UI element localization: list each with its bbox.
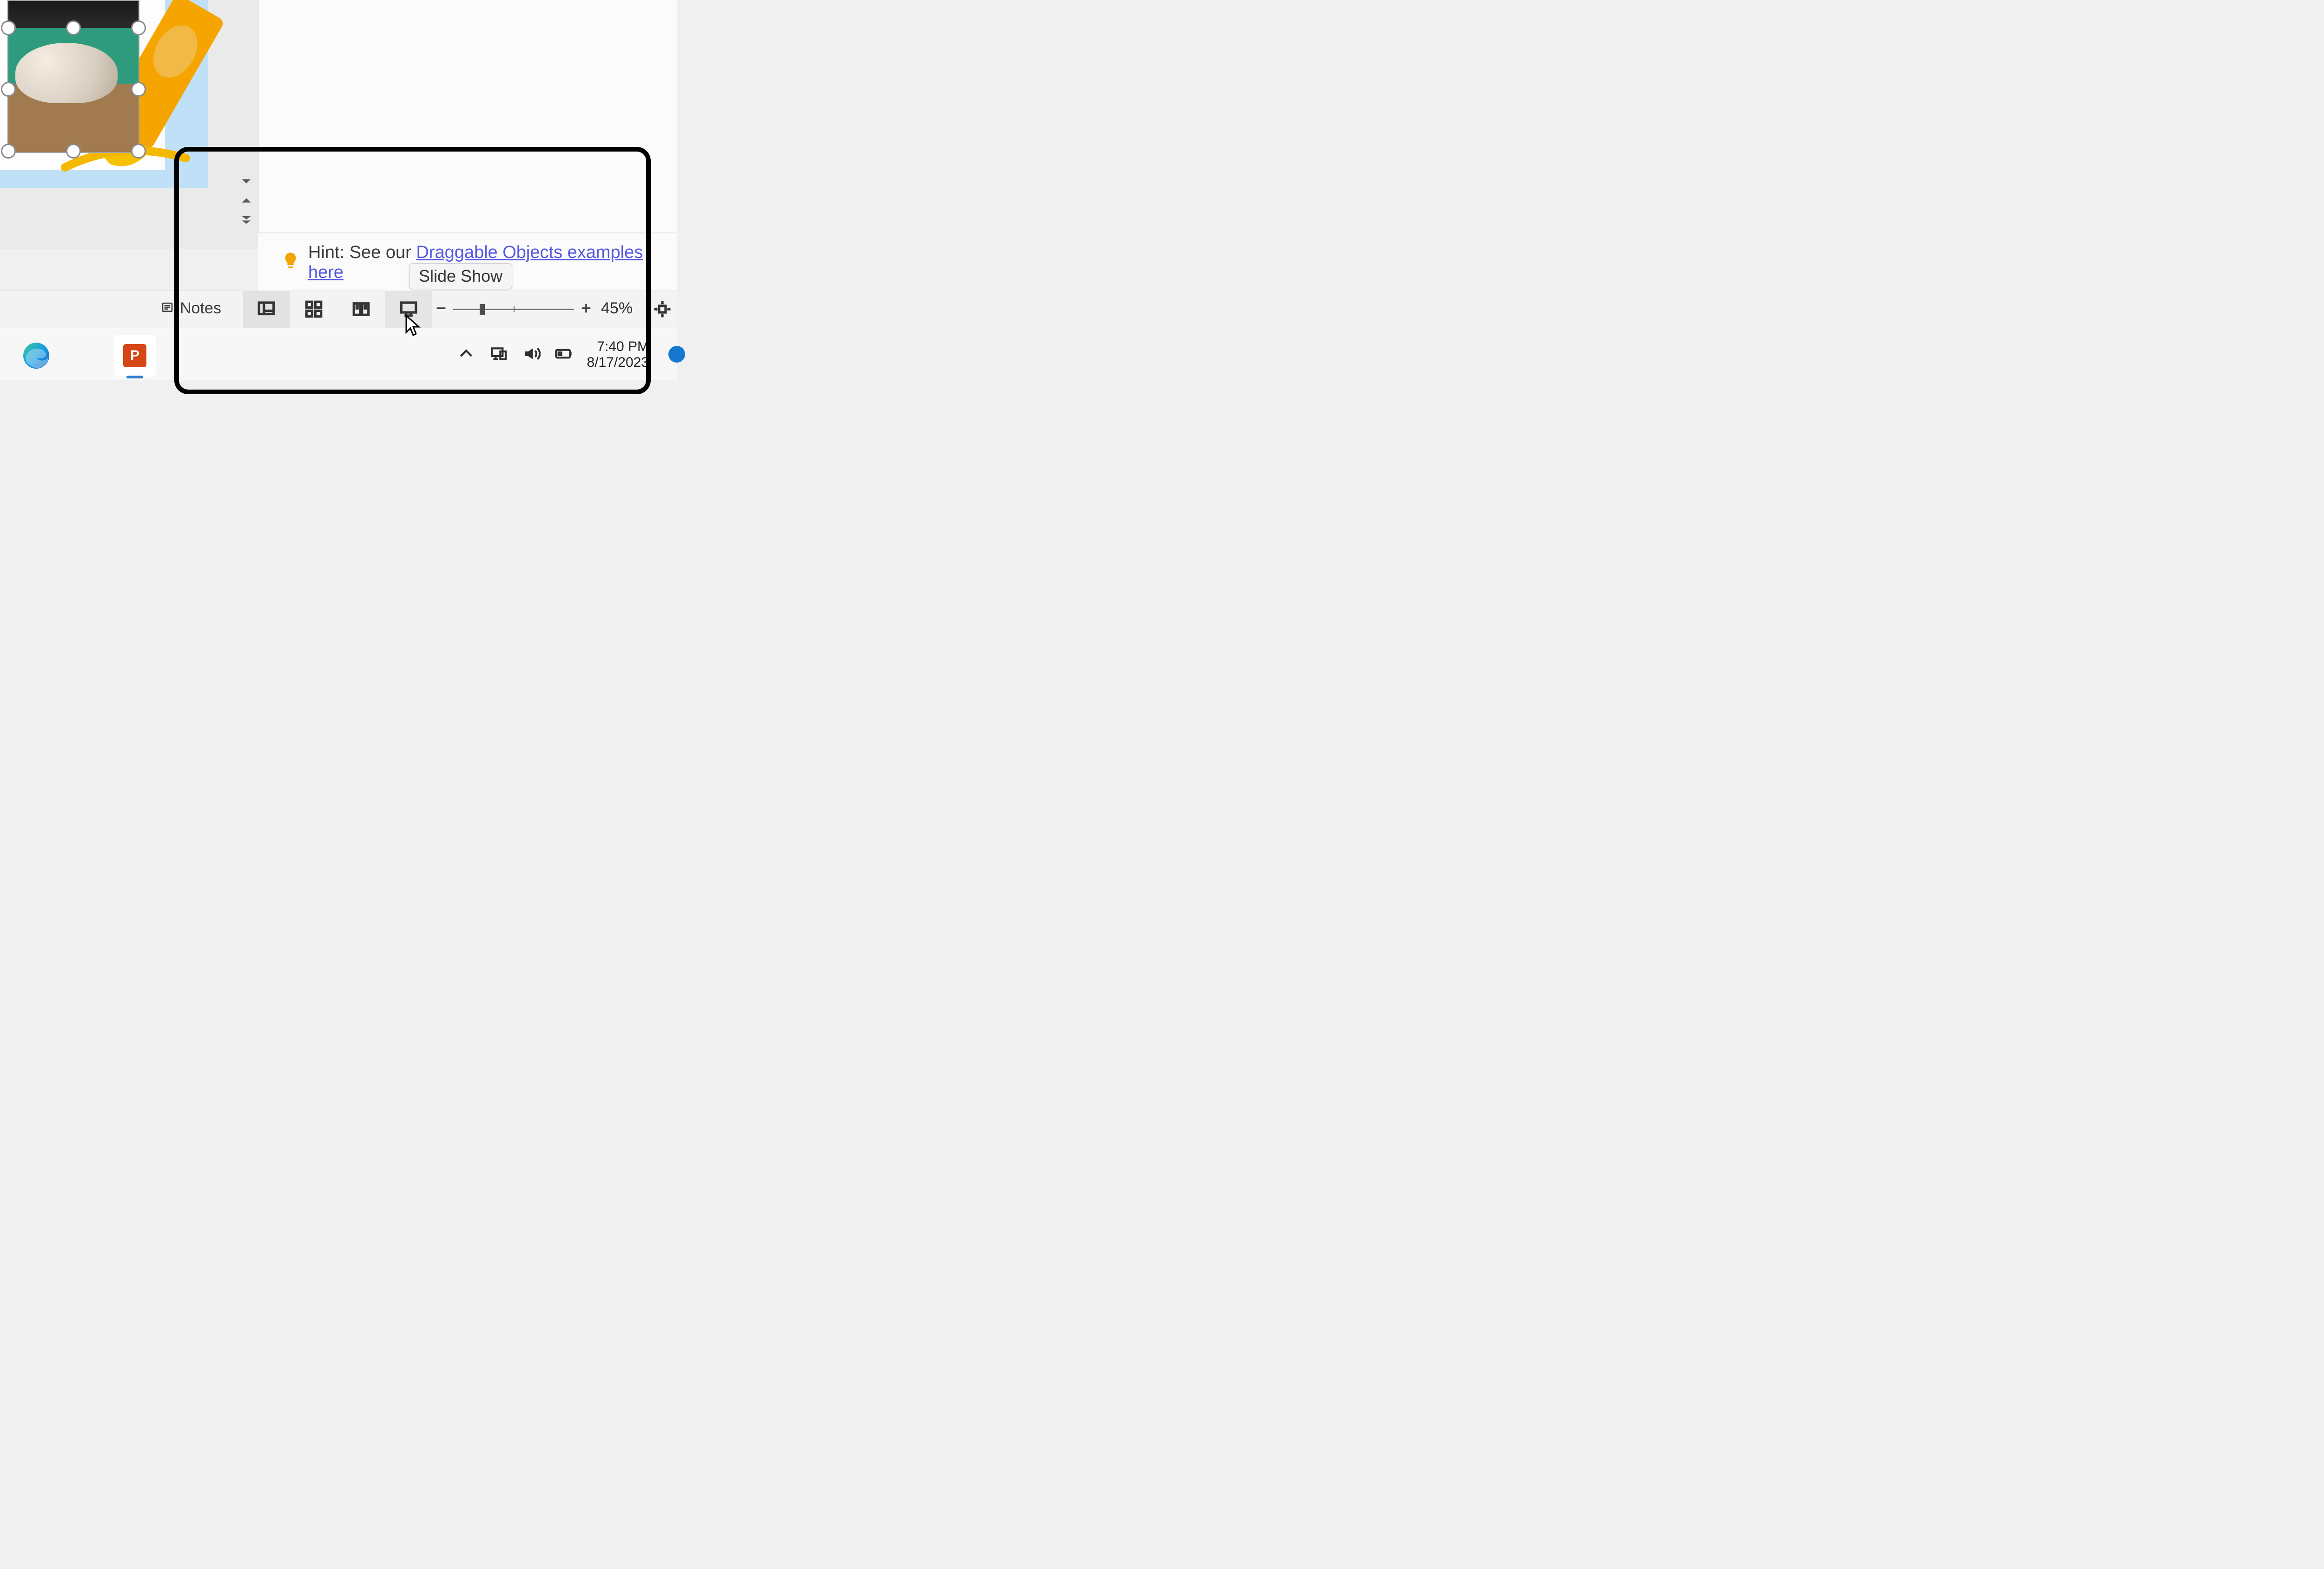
- zoom-in-button[interactable]: [580, 302, 593, 317]
- zoom-slider-area: [435, 291, 593, 328]
- clock-date: 8/17/2023: [587, 355, 649, 371]
- powerpoint-letter: P: [123, 344, 146, 367]
- fit-to-window-button[interactable]: [648, 291, 676, 328]
- caret-up-solid-icon[interactable]: [240, 194, 253, 209]
- taskbar-active-indicator: [126, 376, 143, 378]
- root: Hint: See our Draggable Objects examples…: [0, 0, 677, 379]
- taskbar-edge-icon[interactable]: [15, 335, 57, 377]
- display-project-icon[interactable]: [489, 344, 508, 365]
- taskbar-powerpoint-icon[interactable]: P: [114, 335, 156, 377]
- normal-view-button[interactable]: [243, 291, 290, 328]
- notes-button[interactable]: Notes: [160, 299, 221, 318]
- zoom-slider-midtick: [514, 306, 515, 312]
- resize-handle-nw[interactable]: [1, 20, 16, 35]
- battery-icon[interactable]: [555, 344, 573, 365]
- resize-handle-s[interactable]: [66, 144, 81, 159]
- notes-icon: [160, 300, 174, 317]
- slide-show-button[interactable]: [385, 291, 432, 328]
- zoom-percent-label[interactable]: 45%: [601, 299, 633, 318]
- clock-time: 7:40 PM: [597, 339, 649, 355]
- resize-handle-e[interactable]: [131, 82, 146, 97]
- slideshow-tooltip: Slide Show: [409, 263, 512, 289]
- tray-overflow-chevron-icon[interactable]: [457, 344, 475, 365]
- speaker-icon[interactable]: [522, 344, 541, 365]
- resize-handle-w[interactable]: [1, 82, 16, 97]
- lightbulb-icon: [281, 251, 300, 274]
- notification-badge[interactable]: [668, 346, 685, 363]
- right-pane: [258, 0, 677, 232]
- slide-sorter-button[interactable]: [290, 291, 337, 328]
- hint-prefix: Hint: See our: [308, 243, 416, 262]
- zoom-out-button[interactable]: [435, 302, 448, 317]
- caret-down-icon[interactable]: [240, 175, 253, 190]
- taskbar-clock[interactable]: 7:40 PM 8/17/2023: [587, 339, 649, 371]
- resize-handle-se[interactable]: [131, 144, 146, 159]
- resize-handle-ne[interactable]: [131, 20, 146, 35]
- system-tray: 7:40 PM 8/17/2023: [457, 334, 649, 376]
- resize-handle-n[interactable]: [66, 20, 81, 35]
- zoom-slider-thumb[interactable]: [480, 304, 485, 315]
- zoom-slider-track[interactable]: [453, 309, 574, 310]
- cat-paw: [15, 43, 118, 103]
- notes-label: Notes: [180, 299, 221, 318]
- caret-down-double-icon[interactable]: [240, 213, 253, 228]
- reading-view-button[interactable]: [338, 291, 384, 328]
- resize-handle-sw[interactable]: [1, 144, 16, 159]
- slide-nav-arrows: [238, 175, 255, 226]
